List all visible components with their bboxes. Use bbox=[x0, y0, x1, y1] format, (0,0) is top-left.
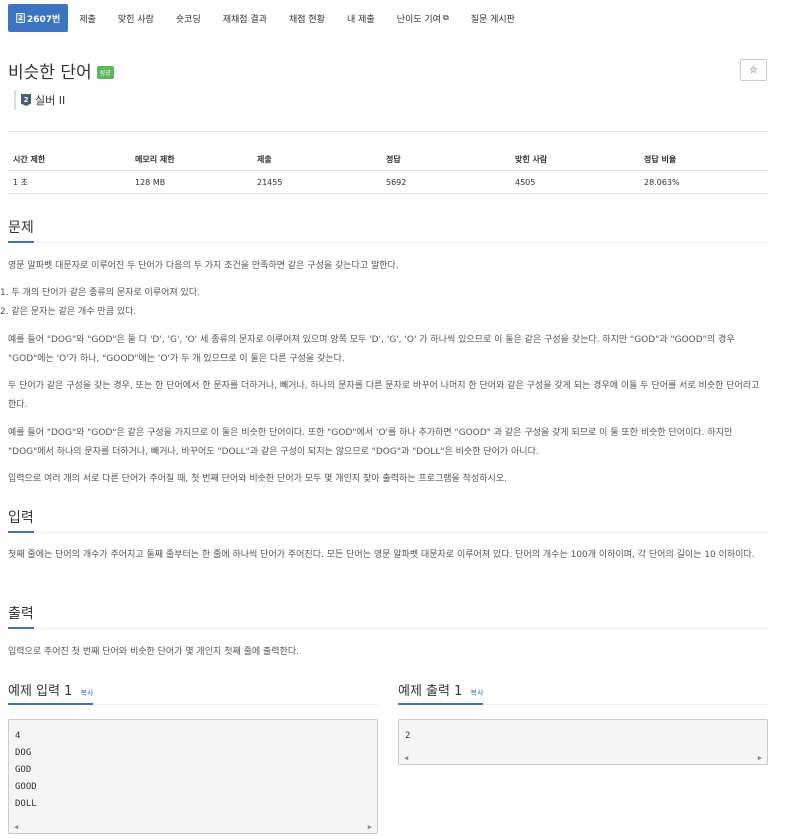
input-paragraph: 첫째 줄에는 단어의 개수가 주어지고 둘째 줄부터는 한 줄에 하나씩 단어가… bbox=[8, 550, 755, 560]
description-paragraph-2: 예를 들어 "DOG"와 "GOD"은 둘 다 'D', 'G', 'O' 세 … bbox=[8, 335, 735, 364]
value-accept-ratio: 28.063% bbox=[644, 177, 680, 187]
description-paragraph-1: 영문 알파벳 대문자로 이루어진 두 단어가 다음의 두 가지 조건을 만족하면… bbox=[8, 261, 399, 271]
copy-output-button[interactable]: 복사 bbox=[471, 689, 484, 697]
sample-output-header: 예제 출력 1 복사 bbox=[398, 680, 768, 705]
value-memory-limit: 128 MB bbox=[135, 177, 166, 187]
value-accepted: 5692 bbox=[386, 177, 407, 187]
horizontal-scrollbar[interactable]: ◀ ▶ bbox=[9, 820, 377, 833]
sample-input-line: GOOD bbox=[15, 782, 37, 792]
tab-status[interactable]: 채점 현황 bbox=[278, 4, 336, 32]
problem-info-table: 시간 제한 메모리 제한 제출 정답 맞힌 사람 정답 비율 1 초 128 M… bbox=[8, 148, 768, 194]
scroll-right-icon[interactable]: ▶ bbox=[368, 823, 372, 831]
header-accepted: 정답 bbox=[386, 154, 401, 164]
sample-input-line: DOG bbox=[15, 748, 32, 758]
output-paragraph: 입력으로 주어진 첫 번째 단어와 비슷한 단어가 몇 개인지 첫째 줄에 출력… bbox=[8, 647, 300, 657]
sample-input-header: 예제 입력 1 복사 bbox=[8, 680, 378, 705]
copy-input-button[interactable]: 복사 bbox=[81, 689, 94, 697]
tier-badge-icon: 2 bbox=[16, 13, 25, 23]
sample-output-box[interactable]: 2 ◀ ▶ bbox=[398, 719, 768, 765]
tab-question-board[interactable]: 질문 게시판 bbox=[460, 4, 526, 32]
tab-problem[interactable]: 2 2607번 bbox=[8, 4, 69, 32]
description-paragraph-5: 입력으로 여러 개의 서로 다른 단어가 주어질 때, 첫 번째 단어와 비슷한… bbox=[8, 474, 507, 484]
condition-list-item-2: 2. 같은 문자는 같은 개수 만큼 있다. bbox=[0, 303, 760, 322]
header-time-limit: 시간 제한 bbox=[13, 154, 46, 164]
value-submissions: 21455 bbox=[257, 177, 283, 187]
problem-nav: 2 2607번 제출 맞힌 사람 숏코딩 재채점 결과 채점 현황 내 제출 난… bbox=[8, 4, 526, 32]
description-title: 문제 bbox=[8, 217, 34, 243]
header-accept-ratio: 정답 비율 bbox=[644, 154, 677, 164]
input-header: 입력 bbox=[8, 507, 768, 533]
tab-rejudge-results[interactable]: 재채점 결과 bbox=[212, 4, 278, 32]
tab-problem-label: 2607번 bbox=[27, 14, 61, 25]
scroll-left-icon[interactable]: ◀ bbox=[14, 823, 18, 831]
header-solved-users: 맞힌 사람 bbox=[515, 154, 548, 164]
scroll-right-icon[interactable]: ▶ bbox=[758, 754, 762, 762]
description-paragraph-4: 예를 들어 "DOG"와 "GOD"은 같은 구성을 가지므로 이 둘은 비슷한… bbox=[8, 428, 733, 457]
star-button[interactable]: ☆ bbox=[740, 59, 767, 81]
page-title: 비슷한 단어 bbox=[8, 63, 92, 83]
sample-input-title: 예제 입력 1 복사 bbox=[8, 680, 94, 705]
tab-difficulty-label: 난이도 기여 bbox=[396, 14, 441, 25]
status-badge: 성공 bbox=[96, 66, 114, 79]
header-submissions: 제출 bbox=[257, 154, 272, 164]
output-header: 출력 bbox=[8, 603, 768, 629]
table-header-row: 시간 제한 메모리 제한 제출 정답 맞힌 사람 정답 비율 bbox=[8, 148, 768, 171]
sample-input-line: GOD bbox=[15, 765, 32, 775]
sample-input-line: DOLL bbox=[15, 799, 37, 809]
silver-tier-icon: 2 bbox=[21, 94, 31, 106]
sample-output-line: 2 bbox=[405, 731, 411, 741]
list-marker-1: 1. bbox=[0, 288, 9, 298]
sample-input-title-text: 예제 입력 1 bbox=[8, 684, 73, 699]
tab-difficulty-contribution[interactable]: 난이도 기여 ⧉ bbox=[386, 4, 460, 32]
external-link-icon: ⧉ bbox=[442, 13, 449, 22]
sample-input-box[interactable]: 4 DOG GOD GOOD DOLL ◀ ▶ bbox=[8, 719, 378, 834]
description-paragraph-3: 두 단어가 같은 구성을 갖는 경우, 또는 한 단어에서 한 문자를 더하거나… bbox=[8, 381, 760, 410]
output-title: 출력 bbox=[8, 603, 34, 629]
horizontal-scrollbar[interactable]: ◀ ▶ bbox=[399, 751, 767, 764]
sample-input-line: 4 bbox=[15, 731, 21, 741]
value-time-limit: 1 초 bbox=[13, 177, 28, 187]
tier-row: 2 실버 II bbox=[14, 90, 65, 110]
input-title: 입력 bbox=[8, 507, 34, 533]
description-header: 문제 bbox=[8, 217, 768, 243]
divider bbox=[8, 131, 768, 132]
problem-title-row: 비슷한 단어 성공 bbox=[8, 58, 114, 83]
tab-submit[interactable]: 제출 bbox=[68, 4, 107, 32]
condition-1: 두 개의 단어가 같은 종류의 문자로 이루어져 있다. bbox=[11, 288, 200, 298]
table-row: 1 초 128 MB 21455 5692 4505 28.063% bbox=[8, 171, 768, 194]
condition-2: 같은 문자는 같은 개수 만큼 있다. bbox=[11, 307, 137, 317]
sample-output-title: 예제 출력 1 복사 bbox=[398, 680, 484, 705]
tab-short-coding[interactable]: 숏코딩 bbox=[165, 4, 212, 32]
sample-output-title-text: 예제 출력 1 bbox=[398, 684, 463, 699]
scroll-left-icon[interactable]: ◀ bbox=[404, 754, 408, 762]
value-solved-users: 4505 bbox=[515, 177, 536, 187]
header-memory-limit: 메모리 제한 bbox=[135, 154, 175, 164]
list-marker-2: 2. bbox=[0, 307, 9, 317]
tab-solved-users[interactable]: 맞힌 사람 bbox=[107, 4, 165, 32]
condition-list-item-1: 1. 두 개의 단어가 같은 종류의 문자로 이루어져 있다. bbox=[0, 284, 760, 303]
tab-my-submissions[interactable]: 내 제출 bbox=[336, 4, 386, 32]
tier-label: 실버 II bbox=[35, 94, 66, 107]
